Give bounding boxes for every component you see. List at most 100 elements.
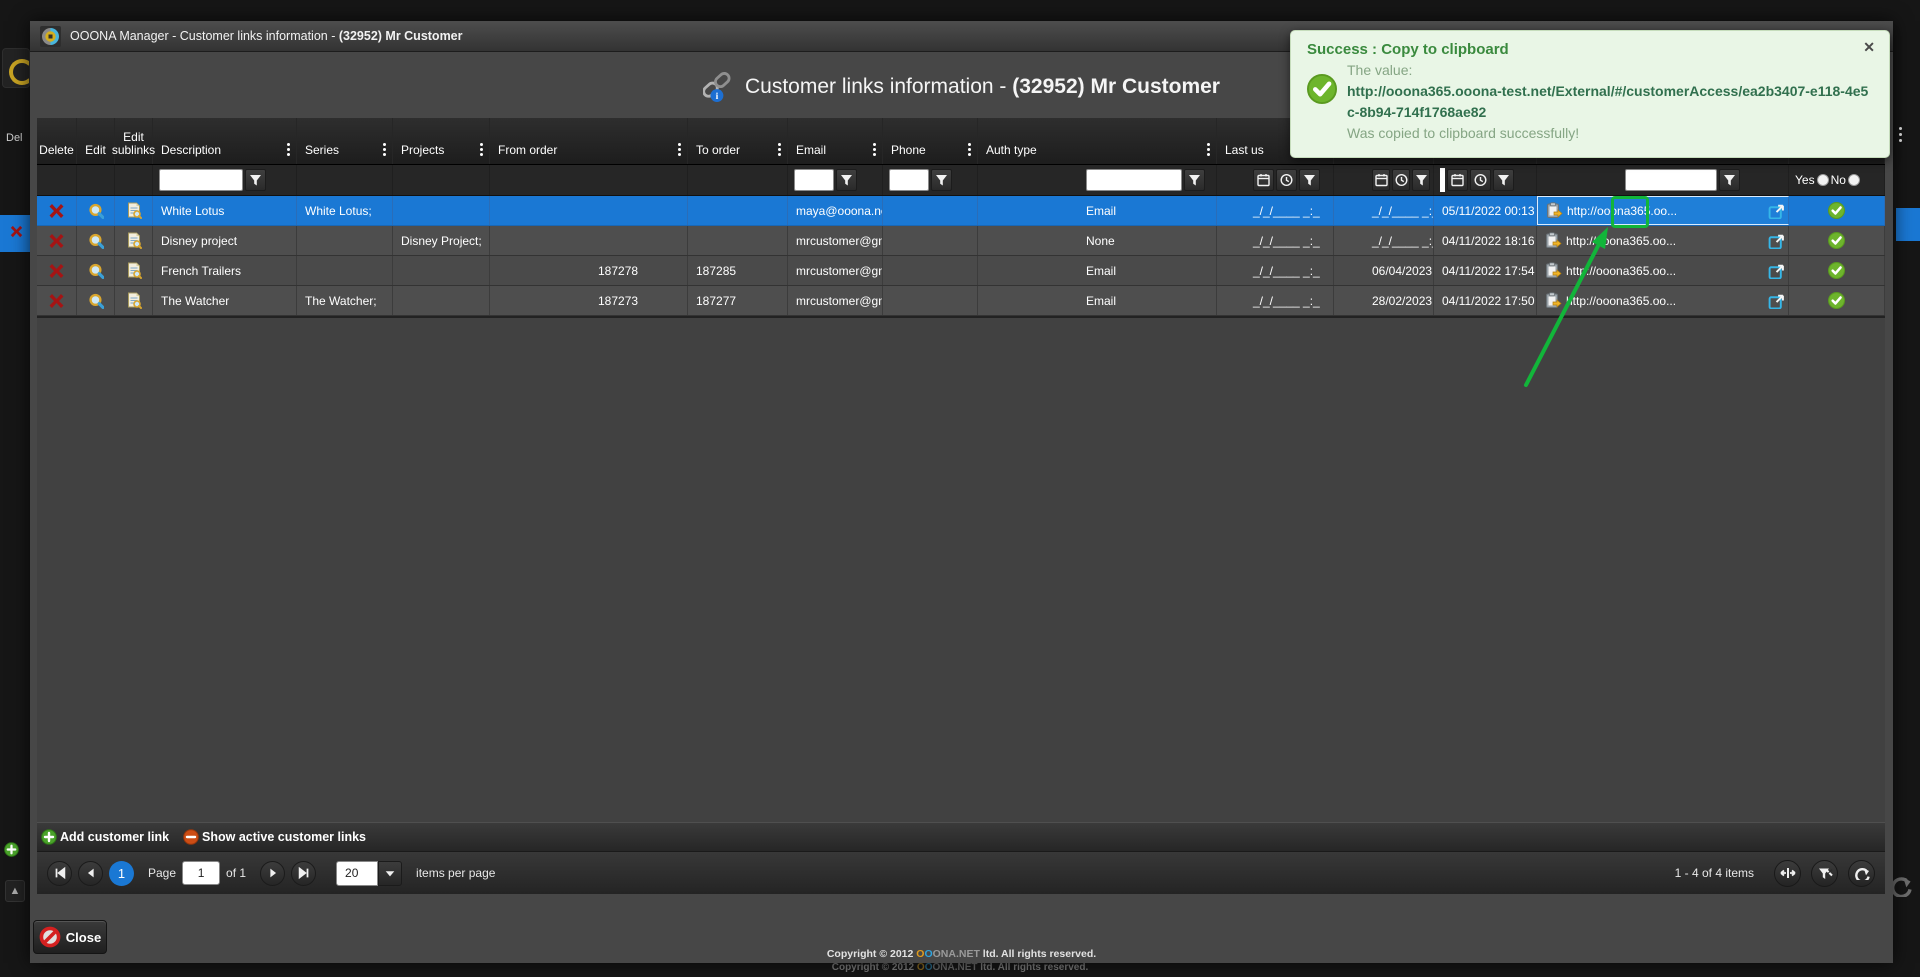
date3-calendar-button[interactable]: [1447, 169, 1468, 191]
show-active-customer-links-button[interactable]: Show active customer links: [183, 829, 366, 845]
column-header-phone[interactable]: Phone: [883, 118, 978, 164]
from-order-cell: [490, 226, 688, 255]
date3-filter-button[interactable]: [1493, 169, 1514, 191]
edit-sublinks-button[interactable]: [115, 256, 153, 285]
column-header-from-order[interactable]: From order: [490, 118, 688, 164]
yes-radio[interactable]: [1817, 174, 1829, 186]
projects-cell: Disney Project;: [393, 226, 490, 255]
open-external-icon[interactable]: [1768, 263, 1784, 279]
open-external-icon[interactable]: [1768, 293, 1784, 309]
column-header-to-order[interactable]: To order: [688, 118, 788, 164]
date3-clock-button[interactable]: [1470, 169, 1491, 191]
column-header-series[interactable]: Series: [297, 118, 393, 164]
column-menu-icon[interactable]: [674, 141, 684, 158]
active-check-icon: [1828, 202, 1845, 219]
email-filter-input[interactable]: [794, 169, 834, 191]
edit-button[interactable]: [77, 196, 115, 225]
column-header-description[interactable]: Description: [153, 118, 297, 164]
date2-calendar-button[interactable]: [1372, 169, 1390, 191]
page-of-label: of 1: [226, 866, 246, 880]
phone-filter-button[interactable]: [931, 169, 952, 191]
edit-button[interactable]: [77, 226, 115, 255]
last-used-clock-button[interactable]: [1276, 169, 1297, 191]
column-menu-icon[interactable]: [476, 141, 486, 158]
column-menu-icon[interactable]: [774, 141, 784, 158]
column-menu-icon[interactable]: [1203, 141, 1213, 158]
to-order-cell: [688, 196, 788, 225]
description-filter-input[interactable]: [159, 169, 243, 191]
refresh-button[interactable]: [1848, 860, 1875, 887]
description-cell: The Watcher: [153, 286, 297, 315]
page-size-dropdown-button[interactable]: [378, 861, 402, 886]
active-check-icon: [1828, 232, 1845, 249]
open-external-icon[interactable]: [1768, 233, 1784, 249]
toast-close-icon[interactable]: ✕: [1863, 39, 1875, 56]
resize-columns-icon: [1780, 865, 1796, 881]
next-page-button[interactable]: [260, 861, 285, 886]
last-used-filter-button[interactable]: [1299, 169, 1320, 191]
date2-filter-button[interactable]: [1412, 169, 1430, 191]
funnel-icon: [935, 174, 948, 187]
column-menu-icon[interactable]: [283, 141, 293, 158]
date2-clock-button[interactable]: [1392, 169, 1410, 191]
magnifier-icon: [88, 263, 104, 279]
no-radio[interactable]: [1848, 174, 1860, 186]
chevron-down-icon: [384, 868, 396, 878]
add-customer-link-button[interactable]: Add customer link: [41, 829, 169, 845]
page-size-select[interactable]: 20: [336, 861, 402, 886]
delete-button[interactable]: [37, 286, 77, 315]
edit-sublinks-button[interactable]: [115, 286, 153, 315]
edit-sublinks-button[interactable]: [115, 196, 153, 225]
first-page-button[interactable]: [47, 861, 72, 886]
last-used-calendar-button[interactable]: [1253, 169, 1274, 191]
to-order-cell: [688, 226, 788, 255]
from-order-cell: [490, 196, 688, 225]
column-menu-icon[interactable]: [379, 141, 389, 158]
auth-type-filter-input[interactable]: [1086, 169, 1182, 191]
column-header-edit-sublinks: Edit sublinks: [115, 118, 153, 164]
link-filter-input[interactable]: [1625, 169, 1717, 191]
clock-icon: [1474, 173, 1487, 187]
page-number-input[interactable]: [182, 861, 220, 885]
filter-cell-email: [788, 165, 883, 195]
edit-sublinks-button[interactable]: [115, 226, 153, 255]
clock-icon: [1280, 173, 1293, 187]
magnifier-icon: [88, 203, 104, 219]
items-per-page-label: items per page: [416, 866, 495, 880]
clear-filter-icon: [1817, 866, 1833, 880]
link-filter-button[interactable]: [1719, 169, 1740, 191]
column-header-projects[interactable]: Projects: [393, 118, 490, 164]
description-filter-button[interactable]: [245, 169, 266, 191]
auth-type-cell: Email: [978, 196, 1217, 225]
page-label: Page: [148, 866, 176, 880]
previous-page-button[interactable]: [78, 861, 103, 886]
open-external-icon[interactable]: [1768, 203, 1784, 219]
column-menu-icon[interactable]: [869, 141, 879, 158]
resize-columns-button[interactable]: [1774, 860, 1801, 887]
to-order-cell: 187285: [688, 256, 788, 285]
last-page-icon: [297, 866, 311, 880]
filter-cell-link: [1537, 165, 1789, 195]
phone-cell: [883, 196, 978, 225]
last-page-button[interactable]: [291, 861, 316, 886]
auth-type-filter-button[interactable]: [1184, 169, 1205, 191]
filter-cell-description: [153, 165, 297, 195]
column-menu-icon[interactable]: [964, 141, 974, 158]
delete-button[interactable]: [37, 196, 77, 225]
column-header-email[interactable]: Email: [788, 118, 883, 164]
edit-button[interactable]: [77, 256, 115, 285]
column-header-auth-type[interactable]: Auth type: [978, 118, 1217, 164]
date2-cell: _/_/____ _:_: [1334, 226, 1434, 255]
delete-button[interactable]: [37, 256, 77, 285]
email-filter-button[interactable]: [836, 169, 857, 191]
date3-filter-input[interactable]: [1440, 168, 1445, 192]
delete-button[interactable]: [37, 226, 77, 255]
screen: Del ▲ Copyright © 2012 OOONA.NET ltd. Al…: [0, 0, 1920, 977]
current-page-button[interactable]: 1: [109, 861, 134, 886]
phone-filter-input[interactable]: [889, 169, 929, 191]
link-info-icon: [703, 72, 733, 102]
edit-button[interactable]: [77, 286, 115, 315]
toast-message: The value: http://ooona365.ooona-test.ne…: [1347, 60, 1875, 144]
clear-filters-button[interactable]: [1811, 860, 1838, 887]
description-cell: White Lotus: [153, 196, 297, 225]
